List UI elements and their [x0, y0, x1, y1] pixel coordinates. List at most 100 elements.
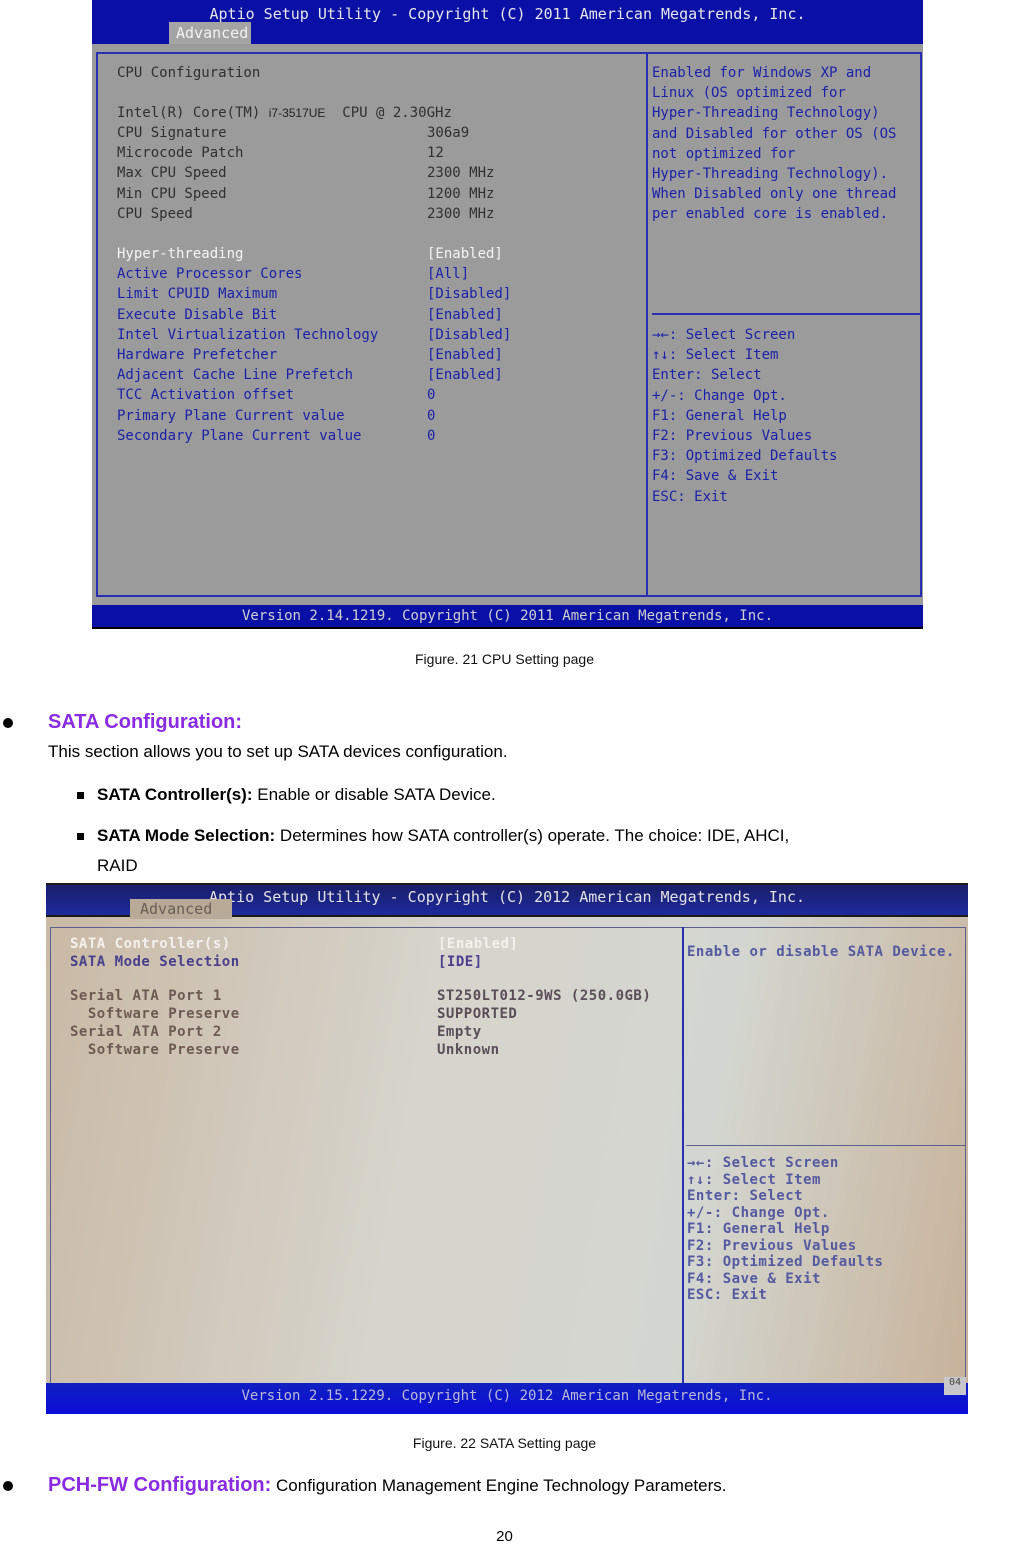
setting-value[interactable]: 0: [427, 428, 435, 444]
square-bullet-icon: [77, 833, 84, 840]
setting-label[interactable]: Execute Disable Bit: [117, 307, 277, 323]
key-help-line: F1: General Help: [687, 1221, 830, 1237]
port-value: ST250LT012-9WS (250.0GB): [437, 988, 652, 1004]
help-text-line: Hyper-Threading Technology).: [652, 166, 889, 182]
square-bullet-icon: [77, 792, 84, 799]
port-label: Software Preserve: [70, 1042, 240, 1058]
info-value: 2300 MHz: [427, 165, 495, 182]
help-text: Enable or disable SATA Device.: [687, 944, 955, 960]
key-help-line: ESC: Exit: [652, 488, 728, 505]
description: Determines how SATA controller(s) operat…: [275, 826, 790, 845]
info-value: 12: [427, 145, 444, 162]
info-label: Min CPU Speed: [117, 185, 227, 202]
setting-value[interactable]: [IDE]: [438, 954, 483, 970]
section-title: CPU Configuration: [117, 65, 261, 81]
key-help-line: Enter: Select: [652, 367, 762, 384]
processor-suffix: CPU @ 2.30GHz: [342, 105, 452, 121]
key-help-line: Enter: Select: [687, 1188, 804, 1204]
setting-label[interactable]: SATA Controller(s): [70, 936, 231, 952]
key-help-line: +/-: Change Opt.: [687, 1204, 830, 1221]
setting-value[interactable]: [Enabled]: [438, 936, 518, 952]
setting-label[interactable]: SATA Mode Selection: [70, 954, 240, 970]
setting-label[interactable]: Intel Virtualization Technology: [117, 327, 378, 343]
setting-label[interactable]: Active Processor Cores: [117, 266, 302, 282]
setting-value[interactable]: [Enabled]: [427, 367, 503, 383]
port-label: Serial ATA Port 2: [70, 1024, 222, 1040]
setting-value[interactable]: [All]: [427, 266, 469, 282]
pch-section-heading: PCH-FW Configuration:: [48, 1474, 272, 1496]
port-label: Serial ATA Port 1: [70, 988, 222, 1004]
help-divider: [686, 1145, 966, 1146]
bullet-icon: [3, 718, 13, 728]
setting-label[interactable]: Primary Plane Current value: [117, 408, 345, 424]
pch-fw-line: PCH-FW Configuration: Configuration Mana…: [48, 1474, 726, 1497]
key-help-line: →←: Select Screen: [687, 1155, 839, 1171]
setting-value[interactable]: [Disabled]: [427, 327, 511, 343]
processor-prefix: Intel(R) Core(TM): [117, 105, 261, 121]
setting-value[interactable]: 0: [427, 387, 435, 403]
key-help-line: F4: Save & Exit: [687, 1270, 821, 1287]
term: SATA Controller(s):: [97, 785, 253, 804]
info-label: Max CPU Speed: [117, 165, 227, 182]
footer-corner-badge: 04: [944, 1377, 966, 1395]
setting-label[interactable]: Secondary Plane Current value: [117, 428, 361, 444]
info-value: 306a9: [427, 125, 470, 141]
setting-value[interactable]: 0: [427, 408, 435, 424]
figure-22-caption: Figure. 22 SATA Setting page: [412, 1435, 597, 1451]
setting-value[interactable]: [Disabled]: [427, 286, 511, 302]
setting-label[interactable]: Adjacent Cache Line Prefetch: [117, 367, 353, 383]
sata-bios-screenshot: Aptio Setup Utility - Copyright (C) 2012…: [46, 883, 968, 1414]
pch-description: Configuration Management Engine Technolo…: [271, 1476, 727, 1495]
key-help-line: F3: Optimized Defaults: [687, 1254, 884, 1270]
help-text-line: When Disabled only one thread: [652, 186, 897, 203]
help-text-line: Linux (OS optimized for: [652, 85, 846, 102]
key-help-line: ↑↓: Select Item: [652, 347, 779, 364]
key-help-line: F1: General Help: [652, 407, 787, 424]
setting-label[interactable]: TCC Activation offset: [117, 387, 294, 403]
bios-footer: Version 2.14.1219. Copyright (C) 2011 Am…: [92, 605, 923, 629]
key-help-line: F3: Optimized Defaults: [652, 448, 838, 465]
setting-value[interactable]: [Enabled]: [427, 307, 503, 323]
port-value: SUPPORTED: [437, 1006, 518, 1022]
help-text-line: Hyper-Threading Technology): [652, 105, 880, 122]
processor-model: i7-3517UE: [268, 106, 326, 120]
help-text-line: not optimized for: [652, 145, 796, 162]
setting-label[interactable]: Hardware Prefetcher: [117, 347, 277, 363]
info-label: CPU Signature: [117, 125, 227, 141]
setting-value[interactable]: [Enabled]: [427, 246, 503, 262]
help-text-line: and Disabled for other OS (OS: [652, 125, 897, 142]
port-value: Empty: [437, 1024, 482, 1040]
tab-advanced[interactable]: Advanced: [130, 899, 232, 919]
bullet-icon: [3, 1481, 13, 1491]
sata-intro: This section allows you to set up SATA d…: [48, 742, 508, 761]
key-help-line: ESC: Exit: [687, 1287, 768, 1303]
help-text-line: per enabled core is enabled.: [652, 206, 889, 223]
help-divider: [652, 313, 920, 315]
port-value: Unknown: [437, 1042, 500, 1058]
panel-divider: [646, 52, 648, 597]
setting-label[interactable]: Limit CPUID Maximum: [117, 286, 277, 302]
setting-value[interactable]: [Enabled]: [427, 347, 503, 363]
info-value: 1200 MHz: [427, 185, 495, 202]
info-value: 2300 MHz: [427, 205, 495, 222]
description: Enable or disable SATA Device.: [252, 785, 496, 804]
key-help-line: F4: Save & Exit: [652, 468, 779, 485]
sata-controller-desc: SATA Controller(s): Enable or disable SA…: [97, 785, 496, 805]
key-help-line: +/-: Change Opt.: [652, 387, 787, 404]
sata-mode-desc-cont: RAID: [97, 856, 138, 875]
processor-name: Intel(R) Core(TM) i7-3517UE CPU @ 2.30GH…: [117, 105, 452, 121]
help-text-line: Enabled for Windows XP and: [652, 65, 872, 81]
term: SATA Mode Selection:: [97, 826, 276, 845]
key-help-line: F2: Previous Values: [687, 1237, 857, 1254]
port-label: Software Preserve: [70, 1006, 240, 1022]
page-number: 20: [496, 1528, 513, 1545]
key-help-line: ↑↓: Select Item: [687, 1171, 821, 1188]
tab-advanced[interactable]: Advanced: [169, 22, 251, 44]
key-help-line: →←: Select Screen: [652, 327, 796, 343]
cpu-bios-screenshot: Aptio Setup Utility - Copyright (C) 2011…: [92, 0, 923, 629]
sata-section-heading: SATA Configuration:: [48, 711, 243, 733]
setting-label[interactable]: Hyper-threading: [117, 246, 243, 262]
figure-21-caption: Figure. 21 CPU Setting page: [415, 651, 594, 667]
info-label: CPU Speed: [117, 205, 193, 222]
key-help-line: F2: Previous Values: [652, 428, 813, 444]
